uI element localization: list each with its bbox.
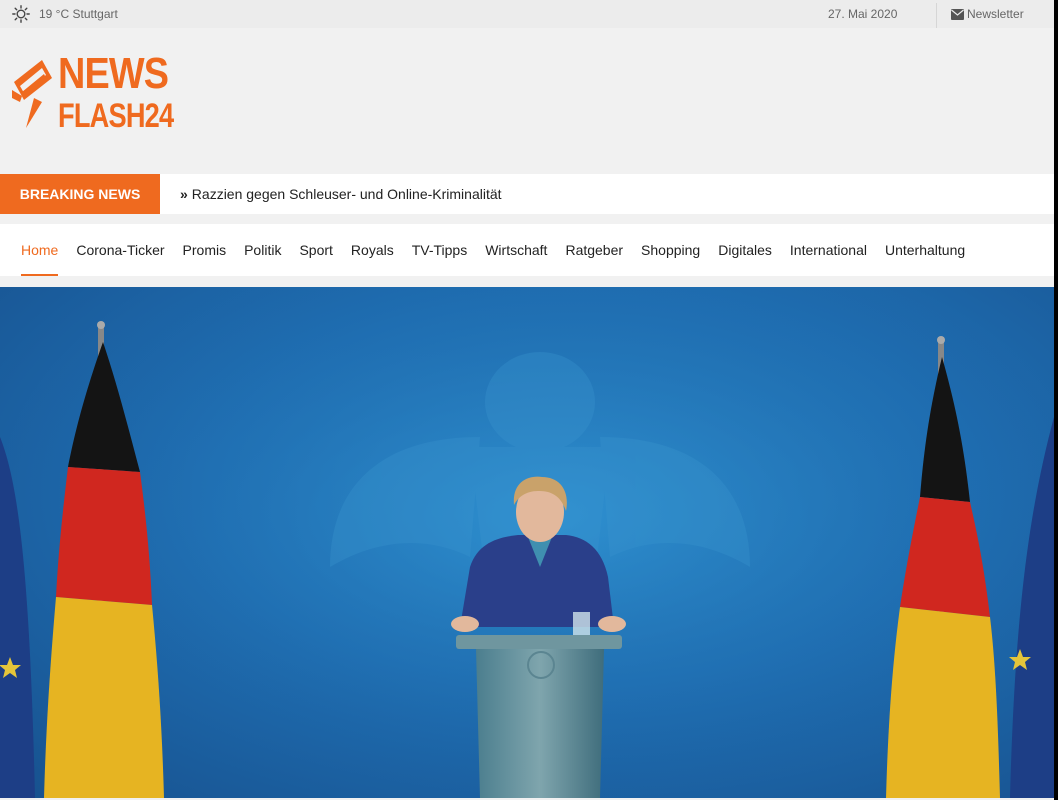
nav-item-tv-tipps[interactable]: TV-Tipps [403,224,477,276]
nav-item-shopping[interactable]: Shopping [632,224,709,276]
nav-item-ratgeber[interactable]: Ratgeber [556,224,632,276]
weather-widget: 19 °C Stuttgart [12,5,118,23]
breaking-news-label: BREAKING NEWS [0,174,160,214]
nav-item-politik[interactable]: Politik [235,224,290,276]
nav-item-promis[interactable]: Promis [174,224,236,276]
newsletter-link[interactable]: Newsletter [951,7,1024,21]
nav-item-digitales[interactable]: Digitales [709,224,781,276]
breaking-news-bar: BREAKING NEWS » Razzien gegen Schleuser-… [0,174,1054,214]
envelope-icon [951,8,964,20]
nav-item-royals[interactable]: Royals [342,224,403,276]
newsletter-label: Newsletter [967,7,1024,21]
site-logo[interactable]: NEWS FLASH24 [12,52,182,136]
nav-item-unterhaltung[interactable]: Unterhaltung [876,224,974,276]
current-date: 27. Mai 2020 [828,7,898,21]
divider [936,3,937,28]
weather-text: 19 °C Stuttgart [39,7,118,21]
double-chevron-right-icon: » [180,186,188,202]
breaking-news-headline: Razzien gegen Schleuser- und Online-Krim… [191,186,502,202]
top-bar: 19 °C Stuttgart 27. Mai 2020 Newsletter [0,0,1054,28]
torch-logo-icon [12,60,52,128]
main-navigation: Home Corona-Ticker Promis Politik Sport Royal… [0,224,1054,276]
breaking-news-headline-link[interactable]: » Razzien gegen Schleuser- und Online-Kr… [180,174,502,214]
nav-item-international[interactable]: International [781,224,876,276]
press-conference-photo [0,287,1054,798]
hero-image[interactable] [0,287,1054,798]
nav-item-home[interactable]: Home [12,224,67,276]
logo-text-news: NEWS [58,49,169,98]
nav-item-sport[interactable]: Sport [290,224,341,276]
logo-text-flash24: FLASH24 [58,97,174,135]
sun-icon [12,5,30,23]
nav-item-wirtschaft[interactable]: Wirtschaft [476,224,556,276]
page: 19 °C Stuttgart 27. Mai 2020 Newsletter … [0,0,1054,800]
nav-item-corona-ticker[interactable]: Corona-Ticker [67,224,173,276]
